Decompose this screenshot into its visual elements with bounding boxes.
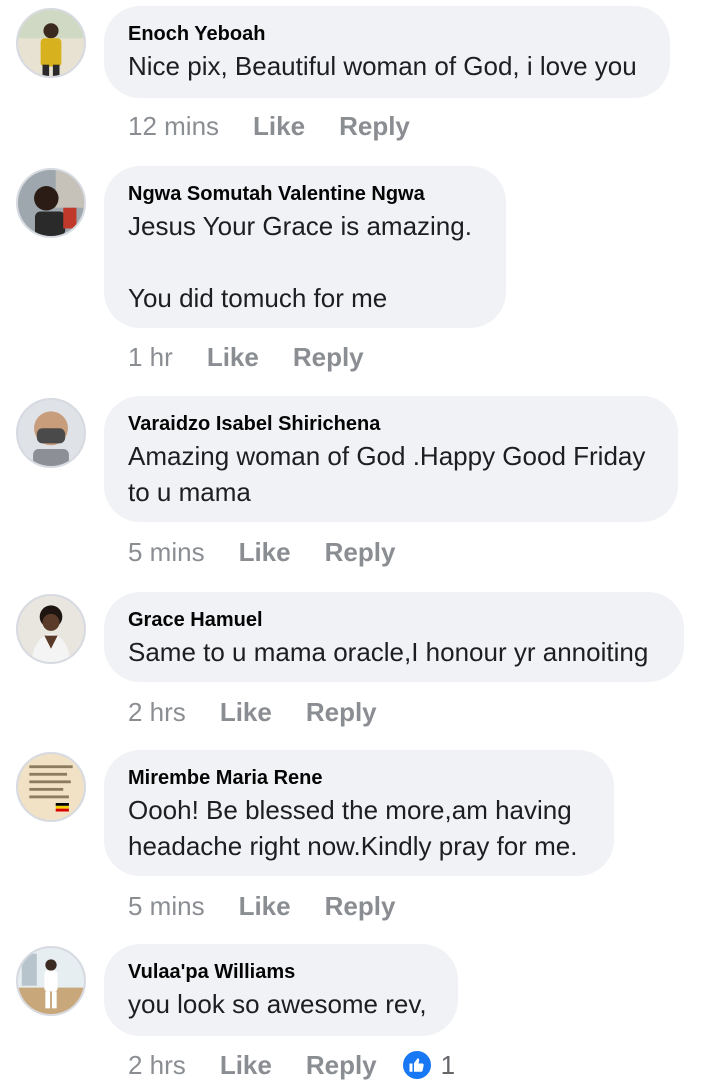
comment-time[interactable]: 1 hr bbox=[128, 342, 173, 373]
comment-time[interactable]: 12 mins bbox=[128, 111, 219, 142]
reaction-count: 1 bbox=[440, 1049, 456, 1080]
comment-author[interactable]: Grace Hamuel bbox=[128, 608, 660, 632]
avatar[interactable] bbox=[16, 8, 86, 78]
comment-author[interactable]: Vulaa'pa Williams bbox=[128, 960, 434, 984]
like-button[interactable]: Like bbox=[220, 1050, 272, 1081]
avatar[interactable] bbox=[16, 752, 86, 822]
like-button[interactable]: Like bbox=[239, 891, 291, 922]
comment-bubble: Mirembe Maria Rene Oooh! Be blessed the … bbox=[104, 750, 614, 876]
like-button[interactable]: Like bbox=[239, 537, 291, 568]
comment-text: you look so awesome rev, bbox=[128, 989, 427, 1019]
comment-time[interactable]: 5 mins bbox=[128, 537, 205, 568]
comment-text: Oooh! Be blessed the more,am having head… bbox=[128, 795, 578, 861]
comment-time[interactable]: 5 mins bbox=[128, 891, 205, 922]
comment-bubble: Vulaa'pa Williams you look so awesome re… bbox=[104, 944, 458, 1036]
comment-text: Jesus Your Grace is amazing. You did tom… bbox=[128, 211, 472, 313]
comment-time[interactable]: 2 hrs bbox=[128, 697, 186, 728]
comment-actions: 5 mins Like Reply bbox=[128, 886, 429, 926]
avatar[interactable] bbox=[16, 946, 86, 1016]
reply-button[interactable]: Reply bbox=[306, 697, 377, 728]
reply-button[interactable]: Reply bbox=[325, 537, 396, 568]
comment-actions: 2 hrs Like Reply 1 bbox=[128, 1045, 455, 1085]
comment-actions: 1 hr Like Reply bbox=[128, 337, 398, 377]
comment-author[interactable]: Varaidzo Isabel Shirichena bbox=[128, 412, 654, 436]
comment-text: Nice pix, Beautiful woman of God, i love… bbox=[128, 51, 637, 81]
comment-actions: 5 mins Like Reply bbox=[128, 532, 429, 572]
reply-button[interactable]: Reply bbox=[306, 1050, 377, 1081]
comment-author[interactable]: Enoch Yeboah bbox=[128, 22, 646, 46]
reply-button[interactable]: Reply bbox=[325, 891, 396, 922]
avatar[interactable] bbox=[16, 398, 86, 468]
comment-bubble: Grace Hamuel Same to u mama oracle,I hon… bbox=[104, 592, 684, 682]
like-button[interactable]: Like bbox=[220, 697, 272, 728]
comment-actions: 2 hrs Like Reply bbox=[128, 692, 411, 732]
thumbs-up-icon bbox=[400, 1049, 433, 1081]
comment-text: Same to u mama oracle,I honour yr annoit… bbox=[128, 637, 649, 667]
reaction-summary[interactable]: 1 bbox=[400, 1049, 456, 1081]
reply-button[interactable]: Reply bbox=[339, 111, 410, 142]
like-button[interactable]: Like bbox=[207, 342, 259, 373]
comment-time[interactable]: 2 hrs bbox=[128, 1050, 186, 1081]
comment-author[interactable]: Mirembe Maria Rene bbox=[128, 766, 590, 790]
avatar[interactable] bbox=[16, 594, 86, 664]
comment-bubble: Ngwa Somutah Valentine Ngwa Jesus Your G… bbox=[104, 166, 506, 328]
comment-actions: 12 mins Like Reply bbox=[128, 106, 444, 146]
comment-bubble: Enoch Yeboah Nice pix, Beautiful woman o… bbox=[104, 6, 670, 98]
avatar[interactable] bbox=[16, 168, 86, 238]
reply-button[interactable]: Reply bbox=[293, 342, 364, 373]
comment-author[interactable]: Ngwa Somutah Valentine Ngwa bbox=[128, 182, 482, 206]
comment-bubble: Varaidzo Isabel Shirichena Amazing woman… bbox=[104, 396, 678, 522]
comment-text: Amazing woman of God .Happy Good Friday … bbox=[128, 441, 646, 507]
like-button[interactable]: Like bbox=[253, 111, 305, 142]
